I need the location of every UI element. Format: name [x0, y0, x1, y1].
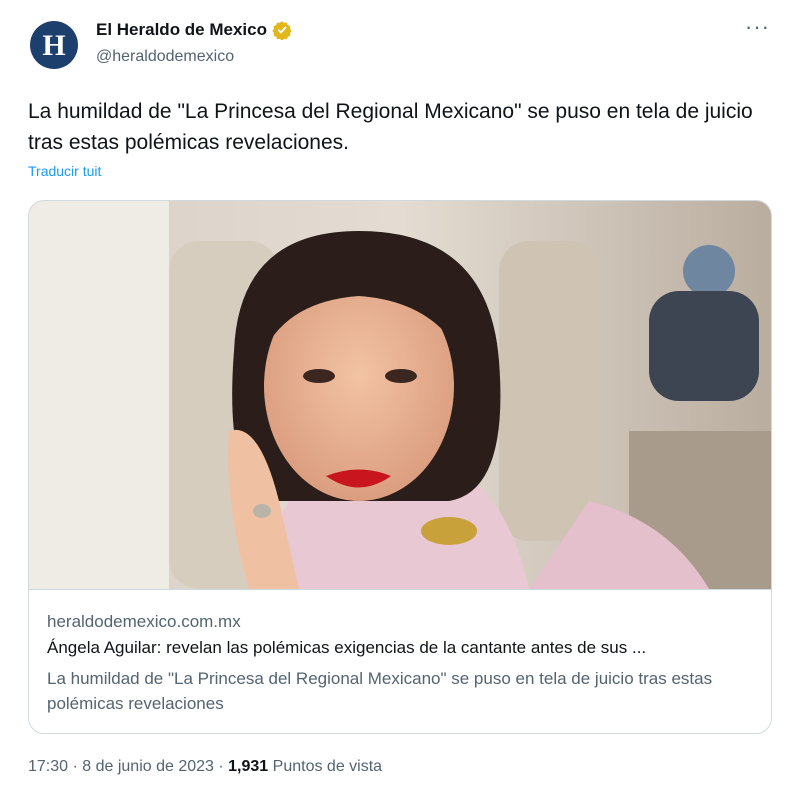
separator: · — [68, 758, 83, 775]
card-meta: heraldodemexico.com.mx Ángela Aguilar: r… — [29, 589, 771, 713]
name-row: El Heraldo de Mexico — [96, 20, 292, 40]
more-options-icon[interactable]: ··· — [745, 14, 770, 40]
card-description: La humildad de "La Princesa del Regional… — [47, 669, 713, 713]
views-label: Puntos de vista — [272, 758, 383, 775]
avatar[interactable]: H — [30, 21, 78, 69]
tweet-text: La humildad de "La Princesa del Regional… — [28, 100, 753, 154]
card-title: Ángela Aguilar: revelan las polémicas ex… — [47, 638, 647, 657]
display-name[interactable]: El Heraldo de Mexico — [96, 20, 267, 40]
views-count: 1,931 — [228, 758, 269, 775]
tweet-date[interactable]: 8 de junio de 2023 — [82, 758, 214, 775]
tweet-footer: 17:30 · 8 de junio de 2023 · 1,931 Punto… — [28, 758, 382, 776]
link-card[interactable]: heraldodemexico.com.mx Ángela Aguilar: r… — [28, 200, 772, 734]
avatar-letter: H — [42, 29, 66, 62]
handle[interactable]: @heraldodemexico — [96, 48, 234, 66]
card-domain: heraldodemexico.com.mx — [47, 612, 241, 631]
translate-link[interactable]: Traducir tuit — [28, 163, 101, 179]
verified-badge-icon — [272, 21, 292, 40]
separator: · — [213, 758, 229, 775]
tweet-time[interactable]: 17:30 — [28, 758, 68, 775]
card-image[interactable] — [29, 201, 772, 589]
